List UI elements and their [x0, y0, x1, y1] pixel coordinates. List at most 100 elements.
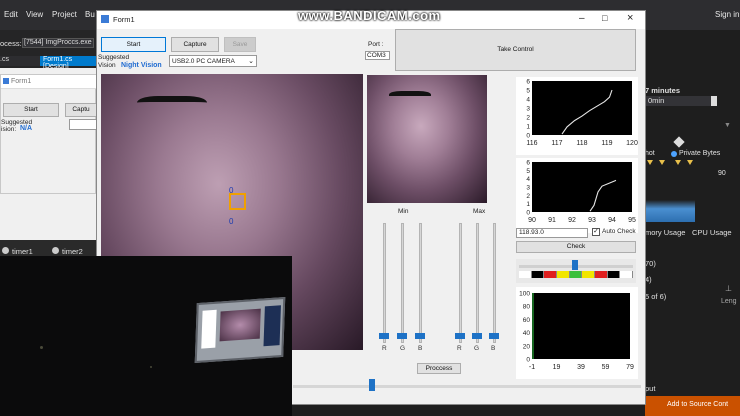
snapshot-marker-icon: [673, 136, 685, 148]
min-r-thumb[interactable]: [379, 333, 389, 339]
x-tick-label: 94: [608, 217, 616, 224]
y-tick-label: 20: [523, 343, 531, 350]
timer2-label[interactable]: timer2: [62, 247, 83, 256]
max-g-thumb[interactable]: [472, 333, 482, 339]
tab-cs[interactable]: .cs: [0, 56, 40, 66]
mini-textbox[interactable]: [69, 119, 97, 130]
maximize-icon[interactable]: □: [602, 13, 607, 23]
menu-view[interactable]: View: [26, 10, 43, 19]
chart-3: 0 20 40 60 80 100 -1 19 39 59 79: [519, 291, 634, 372]
output-tab[interactable]: put: [645, 384, 655, 393]
x-tick-label: 117: [551, 140, 562, 147]
color-swatch: [557, 271, 570, 278]
mini-form-titlebar: Form1: [1, 75, 97, 89]
process-label: ocess:: [0, 39, 22, 48]
vision-label: Vision: [98, 62, 116, 69]
min-r-label: R: [382, 345, 387, 352]
color-strip-panel: [516, 259, 636, 283]
capture-button[interactable]: Capture: [171, 37, 219, 52]
menu-edit[interactable]: Edit: [4, 10, 18, 19]
y-tick-label: 6: [526, 79, 530, 86]
min-r-slider[interactable]: [383, 223, 386, 343]
close-icon[interactable]: ×: [627, 12, 633, 24]
horizontal-slider-track[interactable]: [293, 385, 641, 388]
tab-memory-usage[interactable]: mory Usage: [645, 228, 685, 237]
y-tick-label: 4: [526, 97, 530, 104]
processed-camera-view: [367, 75, 487, 203]
min-g-label: G: [400, 345, 406, 352]
add-source-control-link[interactable]: Add to Source Cont: [667, 401, 728, 408]
min-label: Min: [398, 208, 409, 215]
value-input[interactable]: 118.93.0: [516, 228, 588, 238]
camera-select-value: USB2.0 PC CAMERA: [172, 58, 235, 65]
y-tick-label: 0: [526, 357, 530, 364]
pin-icon[interactable]: ⊥: [725, 284, 732, 293]
expand-arrow-icon[interactable]: ▼: [724, 122, 731, 129]
timer2-icon: [52, 247, 59, 254]
timeline-handle[interactable]: [711, 96, 717, 106]
tab-cpu-usage[interactable]: CPU Usage: [692, 228, 732, 237]
max-b-slider[interactable]: [493, 223, 496, 343]
color-strip: [519, 271, 634, 278]
take-control-button[interactable]: Take Control: [395, 29, 636, 71]
check-button[interactable]: Check: [516, 241, 636, 253]
row-4: 4): [645, 275, 652, 284]
tab-designer[interactable]: Form1.cs [Design]: [40, 56, 96, 70]
y-tick-label: 5: [526, 88, 530, 95]
max-r-slider[interactable]: [459, 223, 462, 343]
y-tick-label: 1: [526, 124, 530, 131]
max-b-thumb[interactable]: [489, 333, 499, 339]
x-tick-label: 91: [548, 217, 556, 224]
menu-build[interactable]: Bu: [85, 10, 95, 19]
length-header: Leng: [721, 298, 737, 305]
max-r-thumb[interactable]: [455, 333, 465, 339]
max-r-label: R: [457, 345, 462, 352]
min-b-thumb[interactable]: [415, 333, 425, 339]
bandicam-watermark: www.BANDICAM.com: [298, 8, 441, 23]
memory-graph: [645, 200, 695, 222]
mini-start-button[interactable]: Start: [3, 103, 59, 117]
color-slider-thumb[interactable]: [572, 260, 578, 270]
min-b-slider[interactable]: [419, 223, 422, 343]
mini-capture-button[interactable]: Captu: [65, 103, 97, 117]
collapse-icon: [725, 284, 726, 285]
timeline-row: 0min: [645, 96, 717, 106]
plot-area: [532, 293, 630, 359]
y-tick-label: 0: [526, 133, 530, 140]
x-tick-label: 120: [626, 140, 638, 147]
vs-diagnostics-pane: 7 minutes 0min hot Private Bytes 90 mory…: [645, 30, 740, 416]
laptop-screen-image: [194, 297, 286, 363]
x-tick-label: 79: [626, 364, 634, 371]
status-bar: Add to Source Cont: [645, 396, 740, 416]
sign-in-link[interactable]: Sign in: [715, 10, 739, 19]
min-g-slider[interactable]: [401, 223, 404, 343]
timer1-label[interactable]: timer1: [12, 247, 33, 256]
mini-vision-label: ision:: [1, 126, 17, 133]
menu-project[interactable]: Project: [52, 10, 77, 19]
auto-check-checkbox[interactable]: ✓: [592, 228, 600, 236]
min-g-thumb[interactable]: [397, 333, 407, 339]
form-icon: [101, 15, 109, 23]
save-button[interactable]: Save: [224, 37, 256, 52]
y-tick-label: 3: [526, 185, 530, 192]
color-swatch: [569, 271, 583, 278]
chart-2: 0 123 456 90 91 92 93 94 95: [526, 160, 636, 225]
chart-1: 0 1 2 3 4 5 6 116 117 118 119 120: [526, 79, 638, 148]
laptop-screen-chart: [263, 305, 281, 347]
start-button[interactable]: Start: [101, 37, 166, 52]
max-g-label: G: [474, 345, 480, 352]
process-select[interactable]: [7544] ImgProccs.exe: [22, 38, 94, 48]
max-b-label: B: [491, 345, 496, 352]
x-tick-label: 59: [602, 364, 610, 371]
color-swatch: [519, 271, 532, 278]
port-field[interactable]: COM3: [365, 51, 390, 60]
color-swatch: [582, 271, 596, 278]
glasses-shape: [137, 96, 207, 118]
horizontal-slider-thumb[interactable]: [369, 379, 375, 391]
mini-form-title: Form1: [11, 78, 32, 85]
suggested-label: Suggested: [98, 54, 130, 61]
minimize-icon[interactable]: –: [579, 13, 585, 24]
max-g-slider[interactable]: [476, 223, 479, 343]
proccess-button[interactable]: Proccess: [417, 363, 461, 374]
camera-select[interactable]: USB2.0 PC CAMERA ⌄: [169, 55, 257, 67]
